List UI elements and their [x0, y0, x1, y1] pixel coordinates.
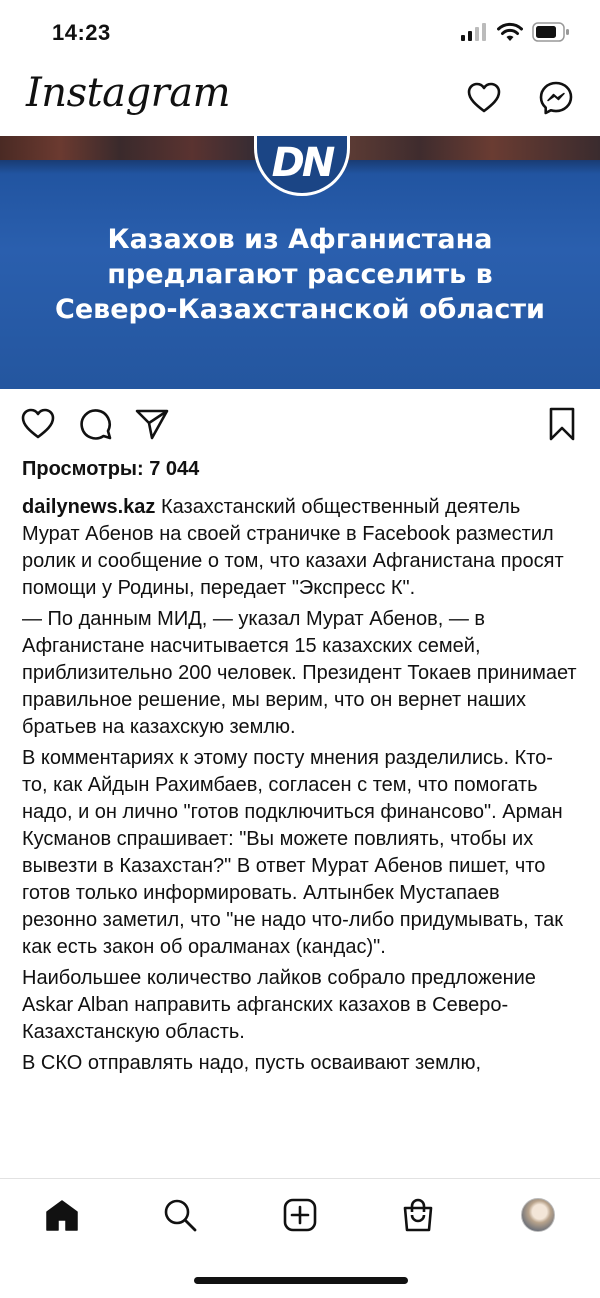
tab-new-post[interactable] — [278, 1193, 322, 1237]
shop-icon — [403, 1198, 433, 1232]
image-headline-line: предлагают расселить в — [107, 259, 493, 290]
tab-shop[interactable] — [396, 1193, 440, 1237]
caption-paragraph: В комментариях к этому посту мнения разд… — [22, 747, 564, 958]
search-icon — [164, 1199, 197, 1232]
tab-home[interactable] — [40, 1193, 84, 1237]
battery-icon — [532, 22, 569, 42]
status-bar: 14:23 — [0, 0, 600, 64]
tab-search[interactable] — [158, 1193, 202, 1237]
post-image[interactable]: DN Казахов из Афганистана предлагают рас… — [0, 136, 600, 389]
like-button[interactable] — [18, 404, 58, 444]
caption-paragraph: dailynews.kaz Казахстанский общественный… — [22, 494, 578, 602]
direct-messages-button[interactable] — [536, 78, 576, 118]
like-icon — [21, 408, 55, 439]
caption-fade — [0, 1160, 600, 1178]
instagram-logo[interactable]: Instagram — [26, 70, 231, 116]
caption-paragraph: Наибольшее количество лайков собрало пре… — [22, 967, 536, 1043]
heart-icon — [467, 82, 501, 113]
image-headline-line: Казахов из Афганистана — [107, 224, 493, 255]
caption-paragraph: — По данным МИД, — указал Мурат Абенов, … — [22, 608, 577, 738]
caption-username[interactable]: dailynews.kaz — [22, 496, 155, 518]
comment-icon — [80, 409, 112, 440]
home-indicator[interactable] — [194, 1277, 408, 1284]
dn-news-logo: DN — [254, 136, 350, 196]
bookmark-icon — [549, 407, 575, 441]
image-headline-line: Северо-Казахстанской области — [55, 294, 545, 325]
post-caption: dailynews.kaz Казахстанский общественный… — [22, 494, 578, 1081]
image-headline: Казахов из Афганистана предлагают рассел… — [0, 222, 600, 327]
wifi-icon — [497, 22, 523, 41]
save-button[interactable] — [542, 404, 582, 444]
share-icon — [135, 409, 169, 440]
new-post-icon — [283, 1198, 317, 1232]
home-icon — [46, 1200, 78, 1231]
caption-paragraph: В СКО отправлять надо, пусть осваивают з… — [22, 1052, 482, 1074]
messenger-icon — [539, 81, 573, 115]
tab-profile[interactable] — [516, 1193, 560, 1237]
comment-button[interactable] — [76, 404, 116, 444]
views-count: Просмотры: 7 044 — [22, 458, 200, 480]
profile-avatar — [521, 1198, 555, 1232]
status-time: 14:23 — [52, 20, 111, 45]
app-header: Instagram — [0, 64, 600, 136]
cellular-signal-icon — [461, 23, 486, 41]
post-actions — [0, 396, 600, 452]
share-button[interactable] — [132, 404, 172, 444]
dn-logo-text: DN — [271, 140, 336, 186]
status-icons — [460, 22, 570, 42]
activity-heart-button[interactable] — [464, 78, 504, 118]
